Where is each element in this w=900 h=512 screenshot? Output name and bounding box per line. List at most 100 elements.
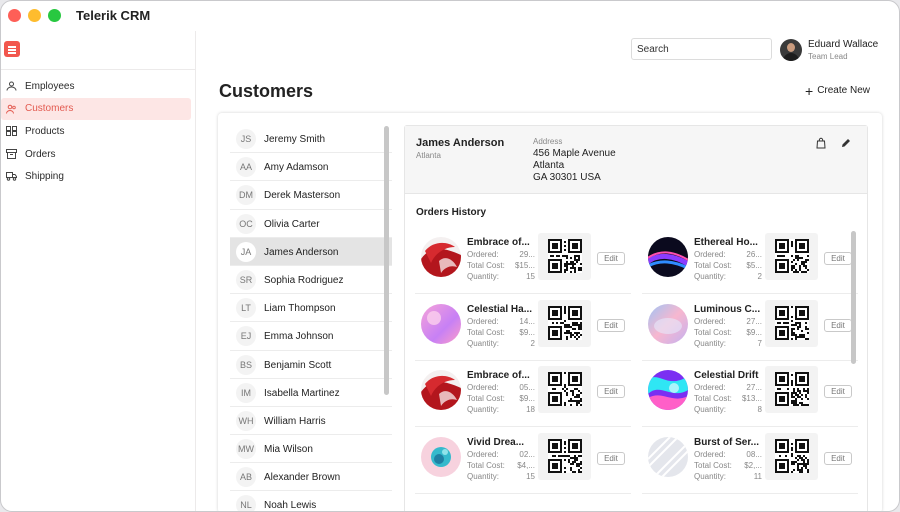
- customer-row[interactable]: SR Sophia Rodriguez: [230, 266, 392, 295]
- close-window-button[interactable]: [8, 9, 21, 22]
- qr-code-icon: [775, 372, 809, 406]
- customer-row[interactable]: LT Liam Thompson: [230, 294, 392, 323]
- order-title: Celestial Ha...: [467, 303, 533, 315]
- avatar[interactable]: [780, 39, 802, 61]
- ordered-value: 26...: [746, 250, 762, 259]
- quantity-value: 15: [526, 471, 535, 481]
- total-value: $13...: [741, 394, 762, 403]
- order-card[interactable]: Luminous C... Ordered: 27... Total Cost: $9.…: [642, 298, 858, 361]
- customer-row[interactable]: AB Alexander Brown: [230, 463, 392, 492]
- order-card[interactable]: Vivid Drea... Ordered: 02... Total Cost: $4,…: [415, 431, 631, 494]
- customer-row[interactable]: JS Jeremy Smith: [230, 125, 392, 154]
- product-thumbnail: [648, 436, 688, 477]
- total-label: Total Cost:: [694, 394, 732, 403]
- edit-order-button[interactable]: Edit: [597, 451, 625, 465]
- qr-code: [765, 432, 818, 480]
- customer-row[interactable]: BS Benjamin Scott: [230, 351, 392, 379]
- sidebar-item-employees[interactable]: Employees: [1, 75, 196, 98]
- edit-order-button[interactable]: Edit: [824, 318, 852, 332]
- order-card[interactable]: Embrace of... Ordered: 05... Total Cost: $9.…: [415, 364, 631, 427]
- customer-row[interactable]: AA Amy Adamson: [230, 153, 392, 182]
- sidebar-item-customers[interactable]: Customers: [1, 97, 191, 121]
- shopping-bag-icon[interactable]: [815, 137, 827, 149]
- edit-order-button[interactable]: Edit: [597, 318, 625, 332]
- edit-order-button[interactable]: Edit: [824, 252, 852, 265]
- sidebar-item-products[interactable]: Products: [1, 120, 196, 143]
- edit-order-button[interactable]: Edit: [597, 385, 625, 398]
- order-title: Embrace of...: [467, 237, 530, 248]
- customer-row[interactable]: WH William Harris: [230, 407, 392, 436]
- total-label: Total Cost:: [467, 261, 505, 270]
- customer-row-name: Amy Adamson: [264, 162, 329, 174]
- address-label: Address: [533, 137, 563, 146]
- menu-toggle-icon[interactable]: [4, 41, 20, 57]
- app-window: Telerik CRM Employees Customers Products Or…: [0, 0, 900, 512]
- minimize-window-button[interactable]: [28, 9, 41, 22]
- order-quantity: Quantity: 8: [694, 405, 762, 414]
- total-value: $9...: [746, 327, 762, 337]
- create-new-button[interactable]: + Create New: [805, 82, 870, 99]
- customer-row-name: Liam Thompson: [264, 303, 336, 315]
- qr-code: [765, 366, 818, 413]
- qr-code-icon: [775, 438, 809, 473]
- total-value: $4,...: [517, 460, 535, 470]
- order-card[interactable]: Burst of Ser... Ordered: 08... Total Cost: $…: [642, 431, 858, 494]
- order-card[interactable]: Ethereal Ho... Ordered: 26... Total Cost: $5…: [642, 231, 858, 294]
- quantity-label: Quantity:: [467, 272, 500, 281]
- qr-code-icon: [548, 305, 582, 340]
- order-card[interactable]: Celestial Ha... Ordered: 14... Total Cost: $…: [415, 298, 631, 361]
- shipping-icon: [6, 172, 17, 182]
- customer-initials-avatar: AB: [236, 467, 256, 488]
- product-thumbnail: [421, 237, 461, 277]
- edit-order-button[interactable]: Edit: [824, 385, 852, 398]
- search-input[interactable]: Search: [631, 38, 772, 60]
- qr-code-icon: [775, 239, 809, 273]
- total-label: Total Cost:: [467, 327, 505, 337]
- quantity-value: 15: [526, 272, 535, 281]
- zoom-window-button[interactable]: [48, 9, 61, 22]
- customer-row[interactable]: DM Derek Masterson: [230, 181, 392, 210]
- customer-detail: James Anderson Atlanta Address 456 Maple…: [404, 125, 868, 511]
- plus-icon: +: [805, 82, 814, 99]
- customer-row[interactable]: IM Isabella Martinez: [230, 379, 392, 407]
- sidebar-item-orders[interactable]: Orders: [1, 143, 196, 166]
- total-value: $15...: [514, 261, 535, 270]
- quantity-value: 2: [530, 338, 535, 348]
- customer-initials-avatar: IM: [236, 382, 256, 403]
- customer-initials-avatar: JS: [236, 129, 256, 149]
- customer-row[interactable]: NL Noah Lewis: [230, 491, 392, 511]
- quantity-label: Quantity:: [467, 471, 500, 481]
- ordered-label: Ordered:: [467, 383, 499, 392]
- order-card[interactable]: Embrace of... Ordered: 29... Total Cost: $15…: [415, 231, 631, 294]
- sidebar-item-shipping[interactable]: Shipping: [1, 165, 196, 188]
- quantity-value: 18: [526, 405, 535, 414]
- pencil-icon[interactable]: [840, 137, 852, 149]
- customer-row[interactable]: EJ Emma Johnson: [230, 322, 392, 351]
- order-title: Vivid Drea...: [467, 436, 525, 448]
- order-total: Total Cost: $9...: [467, 328, 535, 337]
- quantity-label: Quantity:: [694, 338, 727, 348]
- ordered-value: 05...: [519, 383, 535, 392]
- ordered-label: Ordered:: [694, 449, 726, 459]
- ordered-value: 02...: [519, 449, 535, 459]
- ordered-value: 27...: [746, 383, 762, 392]
- orders-scrollbar[interactable]: [851, 231, 856, 364]
- customer-row[interactable]: MW Mia Wilson: [230, 435, 392, 464]
- total-value: $5...: [746, 261, 762, 270]
- edit-order-button[interactable]: Edit: [824, 451, 852, 465]
- order-card[interactable]: Celestial Drift Ordered: 27... Total Cost: $…: [642, 364, 858, 427]
- ordered-label: Ordered:: [467, 449, 499, 459]
- customer-row[interactable]: JA James Anderson: [230, 237, 392, 266]
- order-ordered: Ordered: 27...: [694, 383, 762, 392]
- sidebar-nav: Employees Customers Products Orders Shipping: [1, 75, 196, 188]
- total-label: Total Cost:: [467, 460, 505, 470]
- order-ordered: Ordered: 02...: [467, 450, 535, 459]
- ordered-label: Ordered:: [694, 383, 726, 392]
- customer-list-scrollbar[interactable]: [384, 126, 389, 395]
- customer-initials-avatar: OC: [236, 213, 256, 234]
- customer-row[interactable]: OC Olivia Carter: [230, 210, 392, 238]
- customer-row-name: Jeremy Smith: [264, 134, 326, 145]
- quantity-label: Quantity:: [694, 405, 727, 414]
- edit-order-button[interactable]: Edit: [597, 252, 625, 265]
- customer-row-name: Olivia Carter: [264, 218, 320, 230]
